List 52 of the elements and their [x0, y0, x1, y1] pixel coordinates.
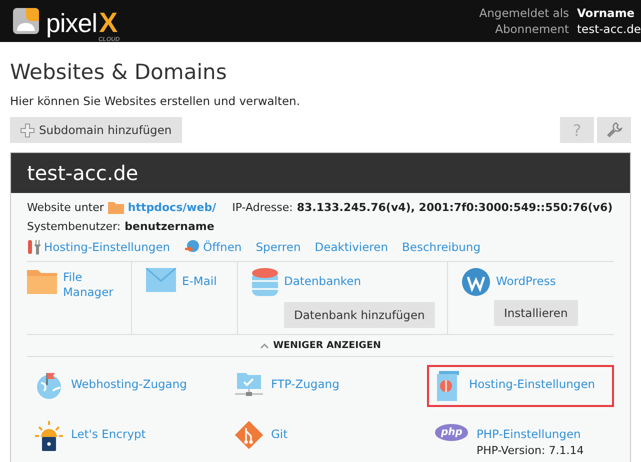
wrench-icon [605, 121, 623, 139]
account-label: Abonnement [494, 22, 570, 36]
app-link[interactable]: Datenbanken [284, 268, 362, 289]
app-action-button[interactable]: Installieren [494, 300, 578, 326]
wordpress-icon [462, 268, 490, 296]
account-value: Vorname [577, 6, 636, 20]
tool-link[interactable]: PHP-Einstellungen [476, 427, 584, 441]
tool-link[interactable]: Webhosting-Zugang [71, 377, 187, 391]
action-link[interactable]: Beschreibung [402, 239, 481, 255]
app-link[interactable]: File Manager [63, 268, 115, 300]
domain-name: test-acc.de [27, 161, 138, 185]
app-action-button[interactable]: Datenbank hinzufügen [284, 302, 435, 328]
tool-link[interactable]: Hosting-Einstellungen [469, 377, 596, 391]
page-title: Websites & Domains [10, 60, 228, 84]
app-link[interactable]: WordPress [496, 268, 556, 289]
settings-button[interactable] [597, 117, 631, 143]
add-subdomain-button[interactable]: Subdomain hinzufügen [10, 117, 182, 143]
document-icon [435, 371, 461, 401]
action-link[interactable]: Sperren [256, 239, 301, 255]
action-link[interactable]: Hosting-Einstellungen [27, 239, 170, 255]
folder-icon [108, 201, 124, 214]
globe-flag-icon [35, 371, 63, 399]
logo-icon [12, 7, 40, 35]
info-label: Website unter [27, 201, 104, 214]
php-version-text: PHP-Version: 7.1.14 [476, 444, 584, 457]
account-value: test-acc.de [577, 22, 641, 36]
app-link[interactable]: E-Mail [182, 268, 217, 289]
help-button[interactable]: ? [560, 117, 594, 143]
tool-link[interactable]: FTP-Zugang [271, 377, 340, 391]
page-description: Hier können Sie Websites erstellen und verwalten. [10, 94, 302, 108]
action-link[interactable]: Öffnen [184, 239, 242, 255]
info-label: Systembenutzer: [27, 220, 121, 233]
info-label: IP-Adresse: [232, 201, 293, 214]
show-less-button[interactable]: WENIGER ANZEIGEN [27, 335, 614, 357]
plus-icon [20, 122, 35, 138]
action-link[interactable]: Deaktivieren [314, 239, 388, 255]
logo-mark: X [98, 9, 118, 37]
folder-network-icon [235, 371, 263, 399]
account-label: Angemeldet als [479, 6, 570, 20]
php-badge-icon: php [435, 424, 468, 441]
website-path-link[interactable]: httpdocs/web/ [128, 201, 216, 214]
tool-link[interactable]: Let's Encrypt [71, 427, 146, 441]
ip-address: 83.133.245.76(v4), 2001:7f0:3000:549::550:76(v6) [296, 201, 613, 214]
system-user: benutzername [124, 220, 214, 233]
tools-icon [27, 239, 41, 255]
lock-icon [35, 421, 63, 451]
database-icon [252, 268, 278, 298]
tool-link[interactable]: Git [271, 427, 288, 441]
logo-text: pixel [46, 9, 97, 37]
folder-icon [27, 268, 57, 294]
envelope-icon [146, 268, 176, 292]
caret-up-icon [260, 342, 270, 348]
